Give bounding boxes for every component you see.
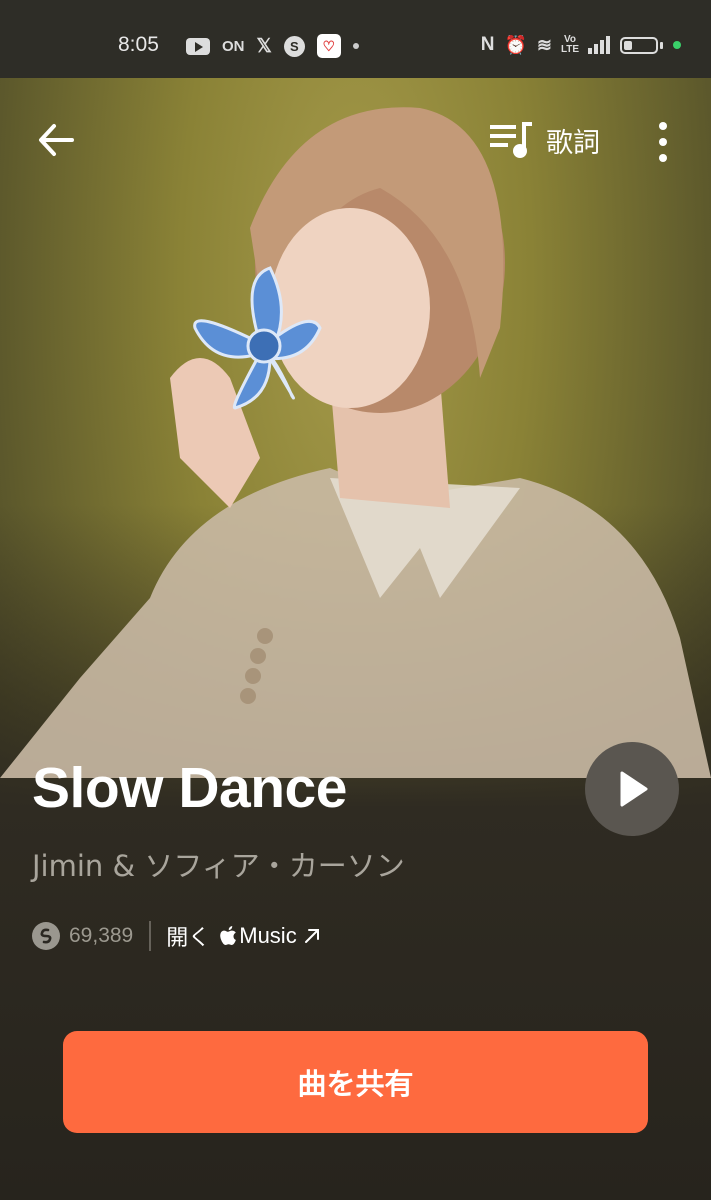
- status-time: 8:05: [118, 33, 159, 56]
- shazam-count: 69,389: [69, 924, 134, 947]
- lyrics-icon: [490, 122, 532, 158]
- play-icon: [620, 771, 648, 807]
- lyrics-button[interactable]: 歌詞: [488, 120, 600, 160]
- signal-icon: [588, 36, 610, 54]
- play-button[interactable]: [585, 742, 679, 836]
- privacy-indicator: [673, 41, 681, 49]
- wifi-icon: ≋: [536, 34, 552, 55]
- more-dot: [659, 138, 667, 146]
- song-title: Slow Dance: [32, 756, 347, 820]
- battery-icon: [620, 36, 658, 54]
- more-options-button[interactable]: [650, 122, 676, 162]
- nfc-icon: N: [480, 34, 495, 55]
- open-in-apple-music-link[interactable]: 開く Music: [166, 920, 320, 952]
- battery-cap: [660, 41, 663, 49]
- shazam-icon: [32, 922, 60, 950]
- apple-music-label: Music: [239, 923, 297, 948]
- more-dot: [659, 154, 667, 162]
- x-icon: 𝕏: [256, 35, 272, 57]
- more-vertical-icon: [659, 122, 667, 130]
- lyrics-label: 歌詞: [546, 127, 600, 159]
- share-song-button[interactable]: 曲を共有: [63, 1031, 648, 1133]
- youtube-icon: [186, 37, 210, 55]
- alarm-icon: ⏰: [504, 34, 527, 55]
- red-app-icon: ♡: [316, 34, 341, 58]
- status-left-icons: ON 𝕏 S ♡: [186, 34, 359, 58]
- status-right-icons: N ⏰ ≋ Vo LTE: [481, 34, 681, 56]
- external-link-icon: [304, 929, 319, 943]
- volte-icon: Vo LTE: [560, 34, 580, 55]
- apple-logo-icon: [220, 926, 237, 945]
- artist-name[interactable]: Jimin & ソフィア・カーソン: [32, 843, 405, 885]
- dot-icon: [352, 43, 359, 49]
- meta-row: 69,389 開く Music: [32, 918, 321, 954]
- back-button[interactable]: [36, 120, 76, 160]
- share-song-label: 曲を共有: [297, 1067, 414, 1101]
- top-nav: 歌詞: [0, 78, 711, 208]
- shazam-status-icon: S: [283, 35, 305, 57]
- arrow-left-icon: [39, 124, 74, 156]
- open-label: 開く: [166, 926, 211, 951]
- on-app-icon: ON: [222, 37, 245, 55]
- status-bar: 8:05 ON 𝕏 S ♡ N ⏰ ≋ Vo LTE: [0, 0, 711, 78]
- divider: [149, 921, 152, 951]
